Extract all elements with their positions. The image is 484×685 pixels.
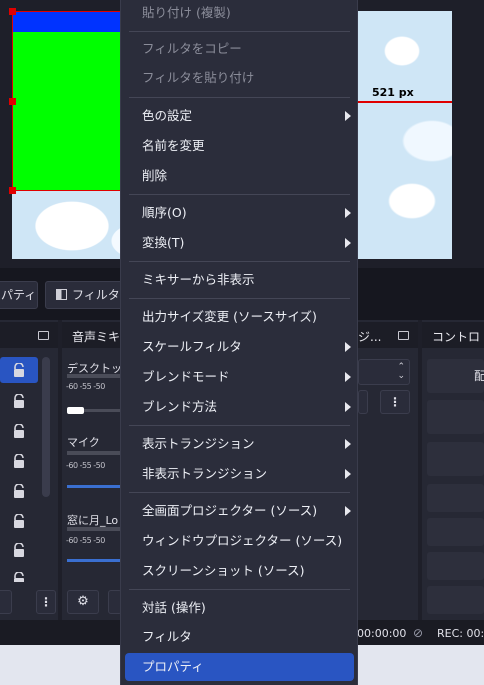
lock-icon[interactable] <box>12 483 26 498</box>
controls-title: コントロ <box>432 330 481 344</box>
sources-scrollbar[interactable] <box>42 357 50 497</box>
studio-mode-button[interactable] <box>427 484 484 512</box>
distance-label: 521 px <box>372 86 414 99</box>
filter-button[interactable]: フィルタ <box>45 281 123 309</box>
lock-icon[interactable] <box>12 453 26 468</box>
menu-separator <box>129 97 350 98</box>
menu-separator <box>129 492 350 493</box>
menu-item-transform[interactable]: 変換(T) <box>121 229 357 257</box>
more-options-icon[interactable]: ⋮ <box>36 590 56 614</box>
menu-item-filters[interactable]: フィルタ <box>121 623 357 651</box>
submenu-arrow-icon <box>345 372 351 382</box>
lock-icon[interactable] <box>12 423 26 438</box>
menu-item-copy-filters[interactable]: フィルタをコピー <box>121 35 357 63</box>
menu-separator <box>129 261 350 262</box>
settings-button[interactable] <box>427 518 484 546</box>
audio-meter <box>67 451 120 455</box>
spinner-arrows-icon: ⌃ ⌄ <box>397 362 405 381</box>
menu-separator <box>129 589 350 590</box>
submenu-arrow-icon <box>345 238 351 248</box>
controls-extra-button[interactable] <box>427 586 484 614</box>
menu-item-blend-method[interactable]: ブレンド方法 <box>121 393 357 421</box>
menu-item-scale-filter[interactable]: スケールフィルタ <box>121 333 357 361</box>
sources-add-button[interactable] <box>0 590 12 614</box>
sources-panel-header <box>0 322 58 348</box>
menu-separator <box>129 31 350 32</box>
channel-name: マイク <box>67 436 100 449</box>
menu-separator <box>129 425 350 426</box>
audio-meter <box>67 527 120 531</box>
transition-select[interactable]: ⌃ ⌄ <box>358 359 410 385</box>
start-streaming-button[interactable]: 配 <box>427 359 484 393</box>
menu-item-show-transition[interactable]: 表示トランジション <box>121 430 357 458</box>
menu-item-set-color[interactable]: 色の設定 <box>121 102 357 130</box>
channel-name: 窓に月_Lo <box>67 514 119 527</box>
submenu-arrow-icon <box>345 208 351 218</box>
menu-item-resize-output[interactable]: 出力サイズ変更 (ソースサイズ) <box>121 303 357 331</box>
resize-handle-left[interactable] <box>9 98 16 105</box>
rec-time: REC: 00: <box>437 627 484 640</box>
menu-separator <box>129 194 350 195</box>
more-options-icon[interactable]: ⋮ <box>380 390 410 414</box>
audio-mixer-title: 音声ミキ <box>72 330 121 344</box>
audio-settings-gear-icon[interactable]: ⚙ <box>67 590 99 614</box>
resize-handle-top-left[interactable] <box>9 8 16 15</box>
lock-icon[interactable] <box>12 542 26 557</box>
menu-item-delete[interactable]: 削除 <box>121 162 357 190</box>
menu-item-hide-transition[interactable]: 非表示トランジション <box>121 460 357 488</box>
stream-time: 00:00:00 <box>357 627 407 640</box>
filter-icon <box>56 289 67 300</box>
volume-slider[interactable] <box>67 407 84 414</box>
submenu-arrow-icon <box>345 402 351 412</box>
submenu-arrow-icon <box>345 506 351 516</box>
submenu-arrow-icon <box>345 342 351 352</box>
menu-item-order[interactable]: 順序(O) <box>121 199 357 227</box>
menu-item-interact[interactable]: 対話 (操作) <box>121 594 357 622</box>
submenu-arrow-icon <box>345 469 351 479</box>
undock-icon[interactable] <box>38 331 49 340</box>
lock-icon[interactable] <box>12 362 26 377</box>
meter-scale: -60 -55 -50 <box>66 536 105 545</box>
volume-track[interactable] <box>84 409 120 412</box>
menu-item-blend-mode[interactable]: ブレンドモード <box>121 363 357 391</box>
menu-item-rename[interactable]: 名前を変更 <box>121 132 357 160</box>
meter-scale: -60 -55 -50 <box>66 461 105 470</box>
menu-item-screenshot[interactable]: スクリーンショット (ソース) <box>121 557 357 585</box>
distance-guide <box>358 101 452 103</box>
start-recording-button[interactable] <box>427 400 484 434</box>
lock-icon[interactable] <box>12 513 26 528</box>
transitions-title: ジ... <box>358 330 382 344</box>
transition-add-button[interactable] <box>358 390 368 414</box>
menu-item-paste-duplicate[interactable]: 貼り付け (複製) <box>121 0 357 27</box>
selection-box[interactable] <box>12 11 122 191</box>
menu-item-properties[interactable]: プロパティ <box>125 653 354 681</box>
properties-button[interactable]: パティ <box>0 281 38 309</box>
menu-item-hide-in-mixer[interactable]: ミキサーから非表示 <box>121 266 357 294</box>
meter-scale: -60 -55 -50 <box>66 382 105 391</box>
context-menu: 貼り付け (複製) フィルタをコピー フィルタを貼り付け 色の設定 名前を変更 … <box>120 0 358 685</box>
virtual-camera-button[interactable] <box>427 442 484 476</box>
menu-separator <box>129 298 350 299</box>
undock-icon[interactable] <box>398 331 409 340</box>
menu-item-paste-filters[interactable]: フィルタを貼り付け <box>121 64 357 92</box>
no-stream-icon: ⊘ <box>413 626 424 640</box>
lock-icon[interactable] <box>12 572 26 582</box>
resize-handle-bottom-left[interactable] <box>9 187 16 194</box>
menu-item-fullscreen-projector[interactable]: 全画面プロジェクター (ソース) <box>121 497 357 525</box>
lock-icon[interactable] <box>12 393 26 408</box>
volume-slider[interactable] <box>67 559 120 562</box>
audio-meter <box>67 374 120 378</box>
volume-slider[interactable] <box>67 485 120 488</box>
submenu-arrow-icon <box>345 439 351 449</box>
submenu-arrow-icon <box>345 111 351 121</box>
menu-item-windowed-projector[interactable]: ウィンドウプロジェクター (ソース) <box>121 527 357 555</box>
exit-button[interactable] <box>427 552 484 580</box>
